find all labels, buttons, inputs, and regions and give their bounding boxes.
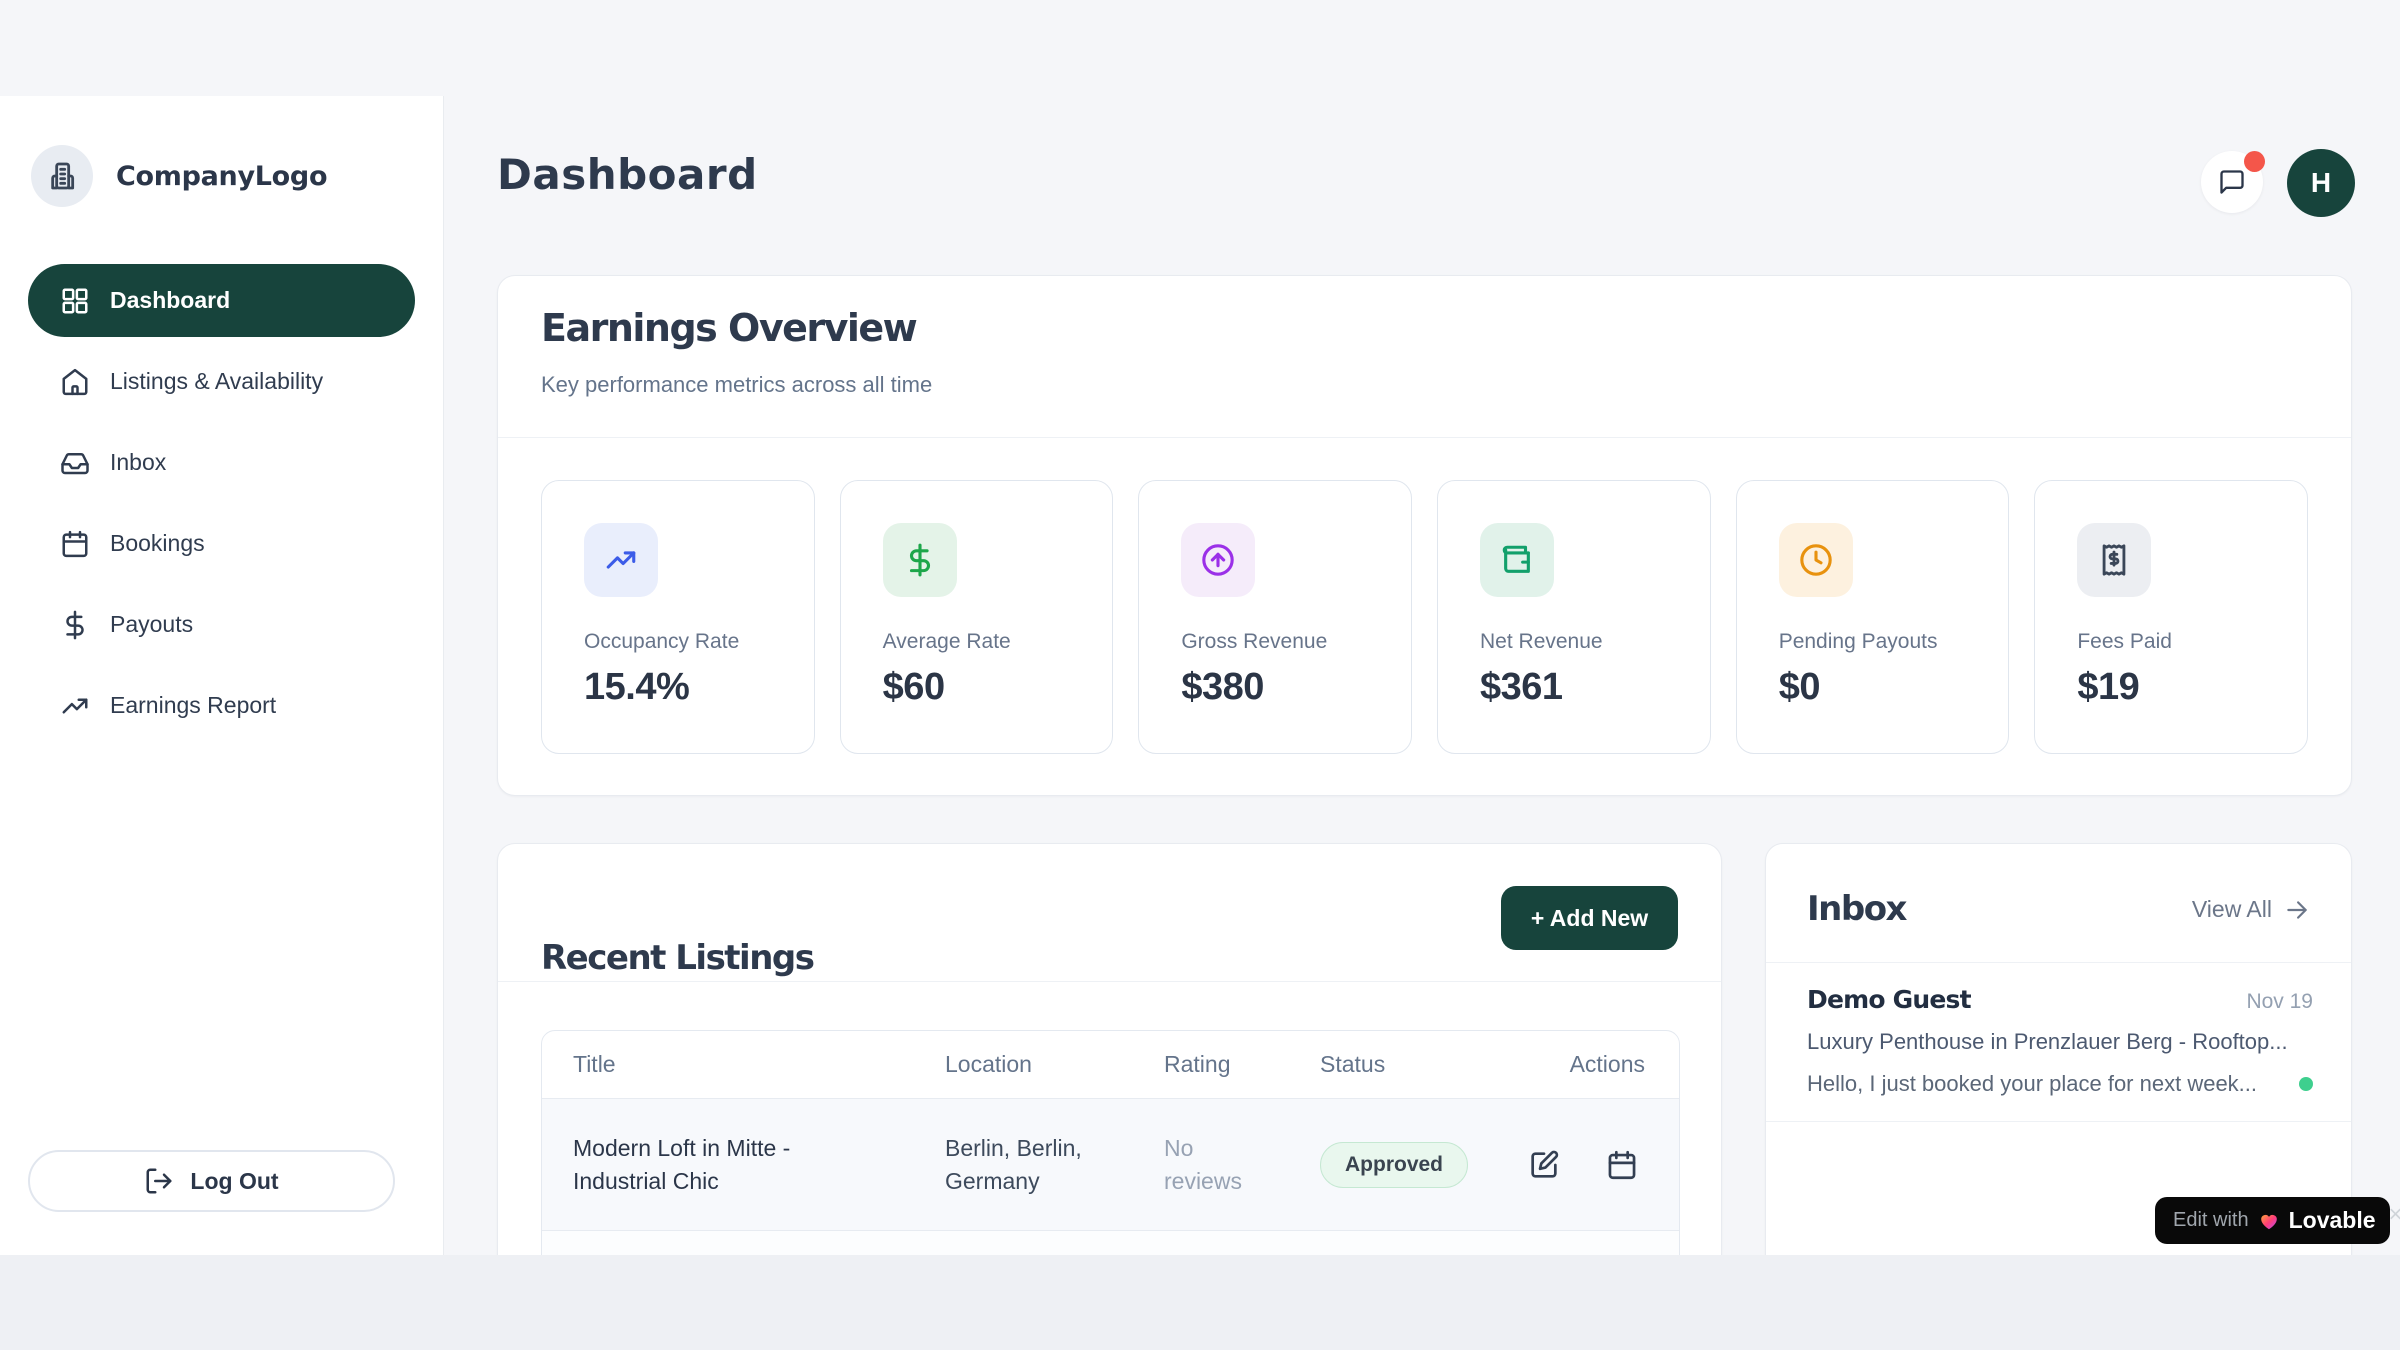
logout-icon [144,1166,174,1196]
metric-label: Average Rate [883,630,1071,654]
listing-title: Modern Loft in Mitte - Industrial Chic [573,1132,838,1196]
logo-text: CompanyLogo [116,161,327,192]
calendar-icon[interactable] [1605,1148,1639,1182]
listings-table: Title Location Rating Status Actions Mod… [541,1030,1680,1255]
inbox-title: Inbox [1807,889,1906,929]
message-subject: Luxury Penthouse in Prenzlauer Berg - Ro… [1807,1029,2313,1055]
sidebar-item-payouts[interactable]: Payouts [28,588,415,661]
trending-up-icon [584,523,658,597]
home-icon [60,367,90,397]
clock-icon [1779,523,1853,597]
sidebar-item-listings[interactable]: Listings & Availability [28,345,415,418]
table-row [542,1231,1679,1255]
metric-value: 15.4% [584,666,772,709]
unread-dot [2299,1077,2313,1091]
notification-dot [2244,151,2265,172]
table-header-row: Title Location Rating Status Actions [542,1031,1679,1099]
metric-card-average-rate: Average Rate $60 [840,480,1114,754]
metric-value: $380 [1181,666,1369,709]
metrics-row: Occupancy Rate 15.4% Average Rate $60 [541,480,2308,754]
earnings-overview-card: Earnings Overview Key performance metric… [497,275,2352,796]
edit-icon[interactable] [1527,1148,1561,1182]
sidebar-item-inbox[interactable]: Inbox [28,426,415,499]
view-all-label: View All [2192,896,2272,923]
inbox-icon [60,448,90,478]
metric-label: Pending Payouts [1779,630,1967,654]
sidebar-nav: Dashboard Listings & Availability [28,264,415,742]
receipt-icon [2077,523,2151,597]
avatar[interactable]: H [2287,149,2355,217]
sidebar: CompanyLogo Dashboard [0,96,444,1255]
lovable-badge[interactable]: Edit with Lovable × [2155,1197,2390,1244]
sidebar-item-label: Earnings Report [110,692,276,719]
wallet-icon [1480,523,1554,597]
metric-label: Fees Paid [2077,630,2265,654]
table-row: Modern Loft in Mitte - Industrial Chic B… [542,1099,1679,1231]
sidebar-item-label: Inbox [110,449,166,476]
sidebar-item-label: Bookings [110,530,205,557]
listing-location: Berlin, Berlin, Germany [945,1132,1120,1196]
column-header-status: Status [1320,1051,1513,1078]
arrow-up-circle-icon [1181,523,1255,597]
calendar-icon [60,529,90,559]
metric-card-fees-paid: Fees Paid $19 [2034,480,2308,754]
earnings-overview-subtitle: Key performance metrics across all time [541,372,932,398]
earnings-overview-title: Earnings Overview [541,306,916,350]
message-sender: Demo Guest [1807,985,1971,1014]
metric-label: Net Revenue [1480,630,1668,654]
view-all-link[interactable]: View All [2192,896,2310,923]
metric-value: $19 [2077,666,2265,709]
sidebar-item-label: Payouts [110,611,193,638]
page-title: Dashboard [497,150,758,199]
metric-label: Occupancy Rate [584,630,772,654]
chat-button[interactable] [2201,151,2263,213]
company-logo-icon [31,145,93,207]
column-header-title: Title [573,1051,945,1078]
divider [498,981,1721,982]
listing-rating: No reviews [1164,1132,1269,1196]
grid-icon [60,286,90,316]
sidebar-item-bookings[interactable]: Bookings [28,507,415,580]
dollar-icon [883,523,957,597]
arrow-right-icon [2284,897,2310,923]
metric-card-pending-payouts: Pending Payouts $0 [1736,480,2010,754]
recent-listings-title: Recent Listings [541,938,814,978]
divider [1766,1121,2351,1122]
status-badge: Approved [1320,1142,1468,1188]
column-header-rating: Rating [1164,1051,1320,1078]
message-preview: Hello, I just booked your place for next… [1807,1071,2257,1097]
sidebar-item-earnings-report[interactable]: Earnings Report [28,669,415,742]
metric-value: $0 [1779,666,1967,709]
logout-button[interactable]: Log Out [28,1150,395,1212]
inbox-message-item[interactable]: Demo Guest Nov 19 Luxury Penthouse in Pr… [1766,963,2351,1122]
column-header-actions: Actions [1513,1051,1679,1078]
logo: CompanyLogo [31,145,443,207]
column-header-location: Location [945,1051,1164,1078]
trending-up-icon [60,691,90,721]
message-date: Nov 19 [2246,990,2313,1014]
metric-value: $60 [883,666,1071,709]
divider [498,437,2351,438]
app-root: CompanyLogo Dashboard [0,0,2400,1255]
heart-icon [2258,1210,2280,1232]
metric-card-net-revenue: Net Revenue $361 [1437,480,1711,754]
message-icon [2218,168,2246,196]
lovable-brand: Lovable [2289,1207,2376,1234]
inbox-card: Inbox View All Demo Guest Nov 19 Luxury … [1765,843,2352,1255]
dollar-icon [60,610,90,640]
lovable-prefix: Edit with [2173,1209,2249,1232]
close-icon[interactable]: × [2389,1201,2400,1229]
metric-card-occupancy-rate: Occupancy Rate 15.4% [541,480,815,754]
add-new-button[interactable]: + Add New [1501,886,1678,950]
recent-listings-card: Recent Listings + Add New Title Location… [497,843,1722,1255]
sidebar-item-label: Dashboard [110,287,230,314]
metric-card-gross-revenue: Gross Revenue $380 [1138,480,1412,754]
metric-value: $361 [1480,666,1668,709]
sidebar-item-dashboard[interactable]: Dashboard [28,264,415,337]
sidebar-item-label: Listings & Availability [110,368,323,395]
metric-label: Gross Revenue [1181,630,1369,654]
logout-label: Log Out [190,1168,278,1195]
